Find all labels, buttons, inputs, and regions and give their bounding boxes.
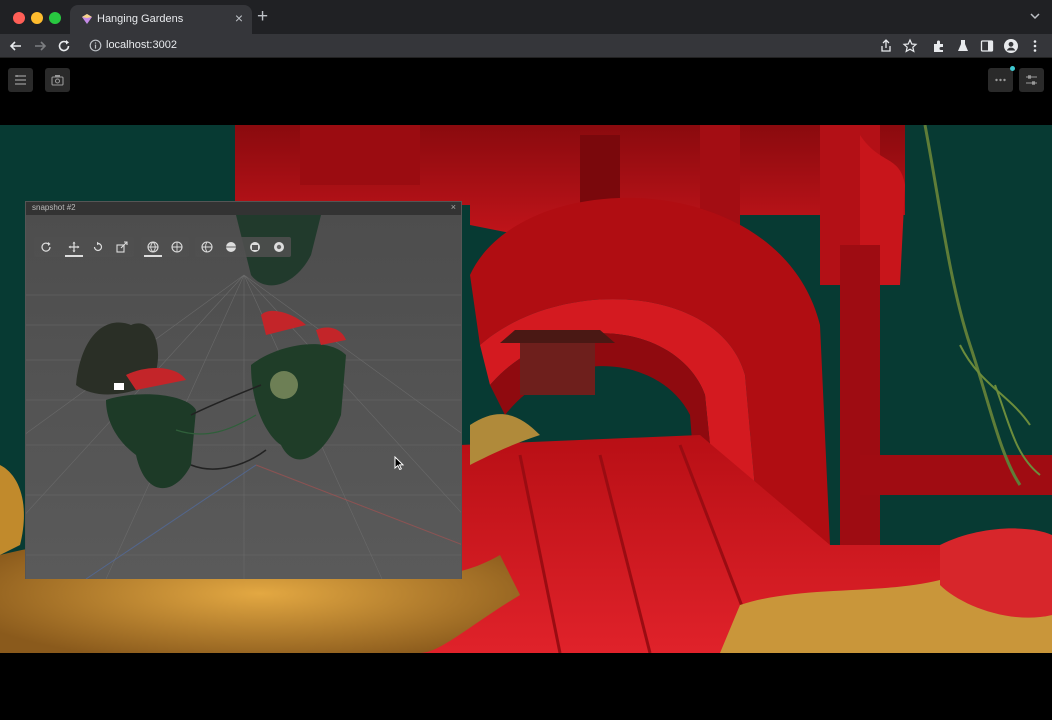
sliders-icon xyxy=(1026,75,1037,85)
side-panel-icon[interactable] xyxy=(979,38,995,54)
mouse-cursor-icon xyxy=(394,456,404,470)
tab-close-icon[interactable]: × xyxy=(235,10,243,26)
notification-dot xyxy=(1010,66,1015,71)
rotate-icon xyxy=(93,241,103,252)
address-bar[interactable]: localhost:3002 xyxy=(80,36,860,56)
snapshot-scene xyxy=(26,215,461,579)
snapshot-panel-header[interactable]: snapshot #2 × xyxy=(26,202,461,215)
render-icon xyxy=(274,242,284,252)
lab-flask-icon[interactable] xyxy=(955,38,971,54)
move-tool-button[interactable] xyxy=(62,237,86,257)
rotate-tool-button[interactable] xyxy=(86,237,110,257)
new-tab-button[interactable]: + xyxy=(257,7,268,26)
refresh-snapshot-button[interactable] xyxy=(34,237,58,257)
profile-avatar-icon[interactable] xyxy=(1003,38,1019,54)
wireframe-view-button[interactable] xyxy=(195,237,219,257)
snapshot-camera-button[interactable] xyxy=(45,68,70,92)
more-icon xyxy=(995,78,1006,82)
maximize-window-button[interactable] xyxy=(49,12,61,24)
close-icon[interactable]: × xyxy=(451,202,456,212)
scale-tool-button[interactable] xyxy=(110,237,134,257)
snapshot-toolbar-group-3 xyxy=(195,237,291,257)
layers-button[interactable] xyxy=(8,68,33,92)
rendered-view-button[interactable] xyxy=(267,237,291,257)
layers-icon xyxy=(15,75,26,85)
site-info-icon[interactable] xyxy=(89,39,102,52)
app-canvas: snapshot #2 × xyxy=(0,59,1052,720)
app-favicon-icon xyxy=(82,14,92,24)
more-options-button[interactable] xyxy=(988,66,1015,92)
browser-tab[interactable]: Hanging Gardens × xyxy=(70,5,252,34)
globe-local-icon xyxy=(201,241,213,253)
local-space-button[interactable] xyxy=(165,237,189,257)
bookmark-star-icon[interactable] xyxy=(902,38,918,54)
world-space-button[interactable] xyxy=(141,237,165,257)
browser-toolbar: localhost:3002 xyxy=(0,34,1052,58)
material-view-button[interactable] xyxy=(243,237,267,257)
refresh-icon xyxy=(41,242,51,252)
close-window-button[interactable] xyxy=(13,12,25,24)
cube-icon xyxy=(250,242,260,252)
move-icon xyxy=(68,241,80,253)
solid-view-button[interactable] xyxy=(219,237,243,257)
reload-icon[interactable] xyxy=(56,38,72,54)
browser-tab-bar: Hanging Gardens × + xyxy=(0,0,1052,34)
sphere-icon xyxy=(226,242,236,252)
snapshot-title: snapshot #2 xyxy=(32,203,76,212)
snapshot-render[interactable] xyxy=(26,215,461,579)
extensions-icon[interactable] xyxy=(931,38,947,54)
tab-title: Hanging Gardens xyxy=(97,13,184,25)
globe-icon xyxy=(147,241,159,253)
chevron-down-icon[interactable] xyxy=(1030,11,1040,21)
camera-icon xyxy=(51,75,64,86)
snapshot-panel[interactable]: snapshot #2 × xyxy=(25,201,462,579)
back-icon[interactable] xyxy=(8,38,24,54)
forward-icon[interactable] xyxy=(32,38,48,54)
share-icon[interactable] xyxy=(878,38,894,54)
snapshot-toolbar-group-1 xyxy=(34,237,134,257)
scale-icon xyxy=(116,241,128,253)
minimize-window-button[interactable] xyxy=(31,12,43,24)
settings-sliders-button[interactable] xyxy=(1019,68,1044,92)
url-text: localhost:3002 xyxy=(106,39,177,51)
world-icon xyxy=(171,241,183,253)
snapshot-toolbar-group-2 xyxy=(141,237,189,257)
browser-menu-icon[interactable] xyxy=(1027,38,1043,54)
